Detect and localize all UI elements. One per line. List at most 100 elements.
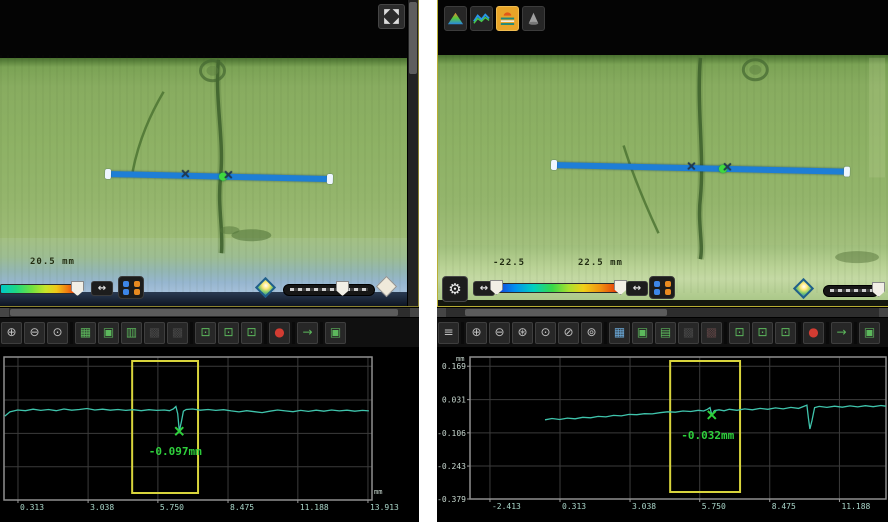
scroll-right-button[interactable] xyxy=(879,308,888,317)
profile-view-button[interactable] xyxy=(470,6,493,31)
zoom-sel-icon[interactable]: ⊙ xyxy=(535,322,556,344)
palette-dot xyxy=(134,281,140,287)
record-icon[interactable]: ● xyxy=(269,322,290,344)
palette-dot xyxy=(654,289,660,295)
zoom-region-icon-1[interactable]: ⊡ xyxy=(729,322,750,344)
position-slider[interactable] xyxy=(283,284,375,296)
palette-toggle-button[interactable] xyxy=(118,276,144,299)
scroll-right-button[interactable] xyxy=(410,308,419,317)
svg-text:mm: mm xyxy=(456,355,464,363)
zoom-region-icon-2[interactable]: ⊡ xyxy=(218,322,239,344)
svg-text:3.038: 3.038 xyxy=(90,503,114,512)
palette-dot xyxy=(665,281,671,287)
svg-text:0.313: 0.313 xyxy=(20,503,44,512)
svg-text:8.475: 8.475 xyxy=(230,503,254,512)
disabled-tool-icon-2: ▩ xyxy=(701,322,722,344)
capture-region-icon[interactable]: ▦ xyxy=(609,322,630,344)
image-pair-icon[interactable]: ▥ xyxy=(121,322,142,344)
height-map-view-button[interactable] xyxy=(444,6,467,31)
profile-tool-icon[interactable]: ≡ xyxy=(438,322,459,344)
scroll-left-button[interactable] xyxy=(0,308,9,317)
expand-view-button[interactable] xyxy=(378,4,405,29)
toolbar-separator xyxy=(70,322,73,344)
extra-tool-icon[interactable]: ▣ xyxy=(859,322,880,344)
export-icon[interactable]: → xyxy=(297,322,318,344)
palette-toggle-button[interactable] xyxy=(649,276,675,299)
zoom-region-icon-3[interactable]: ⊡ xyxy=(241,322,262,344)
disabled-tool-icon-2: ▩ xyxy=(167,322,188,344)
palette-dot xyxy=(665,289,671,295)
zoom-out-point-icon[interactable]: ⊖ xyxy=(24,322,45,344)
palette-dot xyxy=(654,281,660,287)
shape-view-button[interactable] xyxy=(522,6,545,31)
line-endpoint[interactable] xyxy=(105,169,111,179)
record-icon[interactable]: ● xyxy=(803,322,824,344)
toolbar-separator xyxy=(461,322,464,344)
line-endpoint[interactable] xyxy=(551,160,557,170)
open-result-icon[interactable]: ▣ xyxy=(325,322,346,344)
line-handle-icon[interactable]: × xyxy=(722,160,733,175)
horizontal-scrollbar-thumb[interactable] xyxy=(10,309,398,316)
svg-text:0.313: 0.313 xyxy=(562,502,586,511)
range-arrows-button[interactable]: ↔ xyxy=(626,281,648,296)
zoom-region-icon-1[interactable]: ⊡ xyxy=(195,322,216,344)
export-icon[interactable]: → xyxy=(831,322,852,344)
position-slider[interactable] xyxy=(823,285,879,297)
line-endpoint[interactable] xyxy=(327,174,333,184)
image-view-icon[interactable]: ▣ xyxy=(98,322,119,344)
horizontal-scrollbar[interactable] xyxy=(437,308,888,317)
zoom-out-point-icon[interactable]: ⊘ xyxy=(558,322,579,344)
svg-text:-0.032mm: -0.032mm xyxy=(681,429,734,442)
palette-dot xyxy=(123,289,129,295)
svg-text:-2.413: -2.413 xyxy=(492,502,521,511)
zoom-prev-icon[interactable]: ⊚ xyxy=(581,322,602,344)
svg-text:-0.106: -0.106 xyxy=(437,429,466,438)
zoom-out-icon[interactable]: ⊖ xyxy=(489,322,510,344)
zoom-region-icon-3[interactable]: ⊡ xyxy=(775,322,796,344)
color-scale-slider[interactable] xyxy=(0,284,79,294)
cone-icon xyxy=(524,16,543,31)
vertical-scrollbar-thumb[interactable] xyxy=(409,2,417,74)
layers-icon xyxy=(498,16,517,31)
zoom-pan-icon[interactable]: ⊕ xyxy=(1,322,22,344)
svg-text:0.169: 0.169 xyxy=(442,362,466,371)
left-viewport[interactable]: × × 20.5 mm ↔ xyxy=(0,0,419,307)
capture-region-icon[interactable]: ▦ xyxy=(75,322,96,344)
svg-text:13.913: 13.913 xyxy=(370,503,399,512)
disabled-tool-icon-1: ▩ xyxy=(678,322,699,344)
svg-text:mm: mm xyxy=(374,488,382,496)
mountain-icon xyxy=(446,16,465,31)
left-profile-chart[interactable]: -0.097mm0.3133.0385.7508.47511.18813.913… xyxy=(0,352,419,522)
profile-plot: -0.097mm0.3133.0385.7508.47511.18813.913… xyxy=(0,352,419,522)
horizontal-scrollbar[interactable] xyxy=(0,308,419,317)
svg-text:5.750: 5.750 xyxy=(702,502,726,511)
right-profile-chart[interactable]: -0.032mm-2.4130.3133.0385.7508.47511.188… xyxy=(437,352,888,522)
right-viewport[interactable]: × × ⚙ -22.5 22.5 mm ↔ ↔ xyxy=(437,0,888,307)
scroll-left-button[interactable] xyxy=(437,308,446,317)
color-scale-slider[interactable] xyxy=(495,283,622,293)
toolbar-separator xyxy=(604,322,607,344)
zoom-in-icon[interactable]: ⊕ xyxy=(466,322,487,344)
left-image-panel: × × 20.5 mm ↔ xyxy=(0,0,419,522)
line-handle-icon[interactable]: × xyxy=(180,167,191,182)
zoom-pan-icon[interactable]: ⊛ xyxy=(512,322,533,344)
vertical-scrollbar[interactable] xyxy=(407,0,418,306)
layers-view-button[interactable] xyxy=(496,6,519,31)
toolbar-separator xyxy=(854,322,857,344)
toolbar-separator xyxy=(798,322,801,344)
line-handle-icon[interactable]: × xyxy=(223,168,234,183)
zoom-region-icon-2[interactable]: ⊡ xyxy=(752,322,773,344)
image-view-icon[interactable]: ▣ xyxy=(632,322,653,344)
zoom-prev-icon[interactable]: ⊙ xyxy=(47,322,68,344)
toolbar-separator xyxy=(190,322,193,344)
svg-text:-0.243: -0.243 xyxy=(437,462,466,471)
line-endpoint[interactable] xyxy=(844,167,850,177)
line-handle-icon[interactable]: × xyxy=(686,159,697,174)
svg-text:5.750: 5.750 xyxy=(160,503,184,512)
folder-icon[interactable]: ▤ xyxy=(655,322,676,344)
range-arrows-button[interactable]: ↔ xyxy=(91,281,113,296)
settings-gear-button[interactable]: ⚙ xyxy=(442,276,468,302)
palette-dot xyxy=(123,281,129,287)
horizontal-scrollbar-thumb[interactable] xyxy=(465,309,667,316)
position-slider-handle[interactable] xyxy=(336,281,349,296)
